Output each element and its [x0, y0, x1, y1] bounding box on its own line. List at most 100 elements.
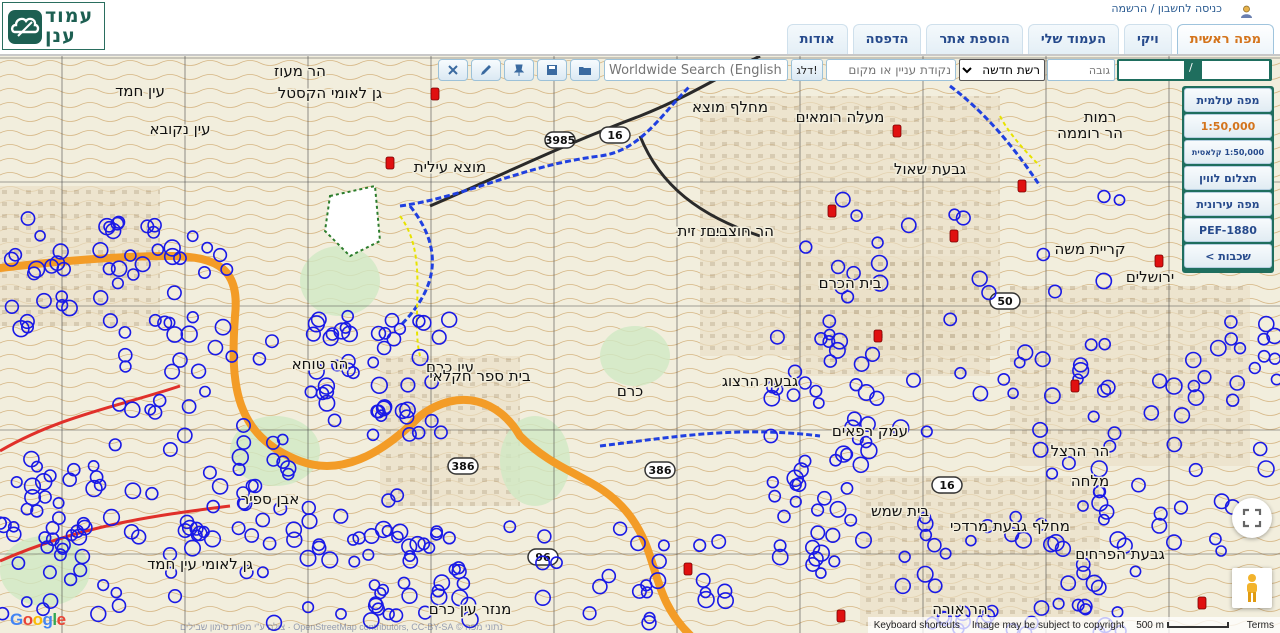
place-label: ירושלים — [1126, 268, 1174, 286]
place-label: גבעת הפרחים — [1075, 545, 1165, 563]
place-label: גן לאומי עין חמד — [147, 555, 253, 573]
worldwide-search-input[interactable] — [604, 59, 788, 81]
road-number-shield: 16 — [931, 476, 963, 494]
layers-menu-button[interactable]: שכבות > — [1184, 244, 1272, 268]
go-button[interactable]: דלג! — [791, 59, 823, 81]
red-pin-marker — [827, 204, 837, 218]
place-label: קריית משה — [1054, 240, 1125, 258]
folder-icon — [579, 67, 591, 75]
place-label: בית ספר חקלאי — [429, 367, 531, 385]
scale-bar — [1166, 621, 1229, 628]
road-number-label: 386 — [452, 460, 475, 473]
road-number-label: 386 — [649, 464, 672, 477]
coord-x-input[interactable] — [1119, 61, 1184, 79]
road-number-shield: 386 — [644, 461, 676, 479]
coord-y-input[interactable] — [1202, 61, 1269, 79]
red-pin-marker — [1017, 179, 1027, 193]
altitude-input[interactable] — [1047, 59, 1115, 81]
app-root: עמוד ענן כניסה לחשבון / הרשמה מפה ראשית … — [0, 0, 1280, 633]
terms-link[interactable]: Terms — [1241, 620, 1280, 631]
logo-text-line1: עמוד — [45, 5, 94, 27]
road-number-label: 16 — [939, 479, 955, 492]
save-button[interactable] — [537, 59, 567, 81]
road-number-shield: 3985 — [544, 131, 576, 149]
place-label: כרם — [617, 382, 643, 400]
map-attribution: Keyboard shortcuts Image may be subject … — [867, 617, 1280, 633]
layer-satellite-button[interactable]: תצלום לווין — [1184, 166, 1272, 190]
place-label: הר רוממה — [1057, 124, 1123, 142]
street-view-button[interactable] — [1232, 568, 1272, 608]
place-label: מעלה רומאים — [796, 108, 885, 126]
tab-main-map[interactable]: מפה ראשית — [1176, 24, 1274, 54]
red-pin-marker — [949, 229, 959, 243]
red-pin-marker — [873, 329, 883, 343]
red-pin-marker — [1154, 254, 1164, 268]
place-label: גבעת הרצוג — [722, 372, 798, 390]
layer-50k-classic-button[interactable]: 1:50,000 קלאסית — [1184, 140, 1272, 164]
layer-world-map-button[interactable]: מפה עולמית — [1184, 88, 1272, 112]
road-number-label: 16 — [607, 129, 623, 142]
red-pin-marker — [385, 156, 395, 170]
map-toolbar: דלג! רשת חדשה / — [438, 59, 1272, 81]
topographic-map[interactable]: 3985 16 386 16 50 96 386 הר מעוז עין נקובא עין ח… — [0, 54, 1280, 633]
place-label: הר טוחא — [292, 355, 349, 373]
tab-about[interactable]: אודות — [786, 24, 848, 54]
close-icon — [448, 65, 458, 75]
road-number-shield: 16 — [599, 126, 631, 144]
cloud-logo-icon — [8, 10, 42, 44]
keyboard-shortcuts-link[interactable]: Keyboard shortcuts — [868, 620, 966, 631]
tab-add-site[interactable]: הוספת אתר — [926, 24, 1023, 54]
place-label: עין נקובא — [149, 120, 210, 138]
draw-button[interactable] — [471, 59, 501, 81]
tab-my-page[interactable]: העמוד שלי — [1027, 24, 1120, 54]
place-label: מחלף מוצא — [692, 98, 768, 116]
road-number-label: 50 — [997, 295, 1013, 308]
coordinate-box: / — [1117, 59, 1272, 81]
layer-50k-button[interactable]: 1:50,000 — [1184, 114, 1272, 138]
main-tabs: מפה ראשית ויקי העמוד שלי הוספת אתר הדפסה… — [786, 24, 1274, 54]
place-label: אבן ספיר — [241, 490, 299, 508]
pin-icon — [513, 64, 525, 76]
pegman-icon — [1247, 574, 1257, 602]
google-logo[interactable]: Google — [10, 610, 66, 630]
red-pin-marker — [1197, 596, 1207, 610]
add-marker-button[interactable] — [504, 59, 534, 81]
copyright-notice: Image may be subject to copyright — [971, 619, 1125, 631]
fullscreen-button[interactable] — [1232, 498, 1272, 538]
place-label: הר מעוז — [274, 62, 326, 80]
place-label: מלחה — [1071, 472, 1109, 490]
login-register-link[interactable]: כניסה לחשבון / הרשמה — [1111, 2, 1222, 15]
road-number-shield: 386 — [447, 457, 479, 475]
place-label: גבעת שאול — [894, 160, 966, 178]
forest-area — [300, 246, 380, 316]
place-label: הר הרצל — [1051, 442, 1110, 460]
place-label: בית הכרם — [819, 274, 882, 292]
scale-text: 500 m — [1136, 619, 1164, 631]
tab-wiki[interactable]: ויקי — [1124, 24, 1172, 54]
layer-city-map-button[interactable]: מפה עירונית — [1184, 192, 1272, 216]
clear-button[interactable] — [438, 59, 468, 81]
layer-panel: מפה עולמית 1:50,000 1:50,000 קלאסית תצלו… — [1182, 86, 1274, 273]
red-pin-marker — [892, 124, 902, 138]
map-canvas[interactable]: 3985 16386165096386 הר מעוזעין נקובאעין ח… — [0, 56, 1280, 633]
user-icon[interactable] — [1240, 3, 1253, 18]
poi-search-input[interactable] — [826, 59, 956, 81]
logo-text-line2: ענן — [45, 25, 76, 47]
open-button[interactable] — [570, 59, 600, 81]
header: עמוד ענן כניסה לחשבון / הרשמה מפה ראשית … — [0, 0, 1280, 54]
scale-label[interactable]: 500 m — [1130, 620, 1241, 631]
road-number-label: 3985 — [545, 134, 576, 147]
site-logo[interactable]: עמוד ענן — [2, 2, 105, 50]
place-label: מוצא עילית — [414, 158, 486, 176]
red-pin-marker — [683, 562, 693, 576]
map-data-credit: נתוני מפה © OpenStreetMap contributors, … — [180, 622, 503, 632]
grid-select[interactable]: רשת חדשה — [959, 59, 1045, 81]
forest-area — [600, 326, 670, 386]
place-label: הר חוצבים — [706, 222, 774, 240]
place-label: עמק רפאים — [832, 422, 908, 440]
layer-pef-1880-button[interactable]: PEF-1880 — [1184, 218, 1272, 242]
tab-print[interactable]: הדפסה — [852, 24, 922, 54]
pencil-icon — [481, 65, 491, 75]
place-label: גן לאומי הקסטל — [278, 84, 382, 102]
fullscreen-icon — [1242, 508, 1262, 528]
